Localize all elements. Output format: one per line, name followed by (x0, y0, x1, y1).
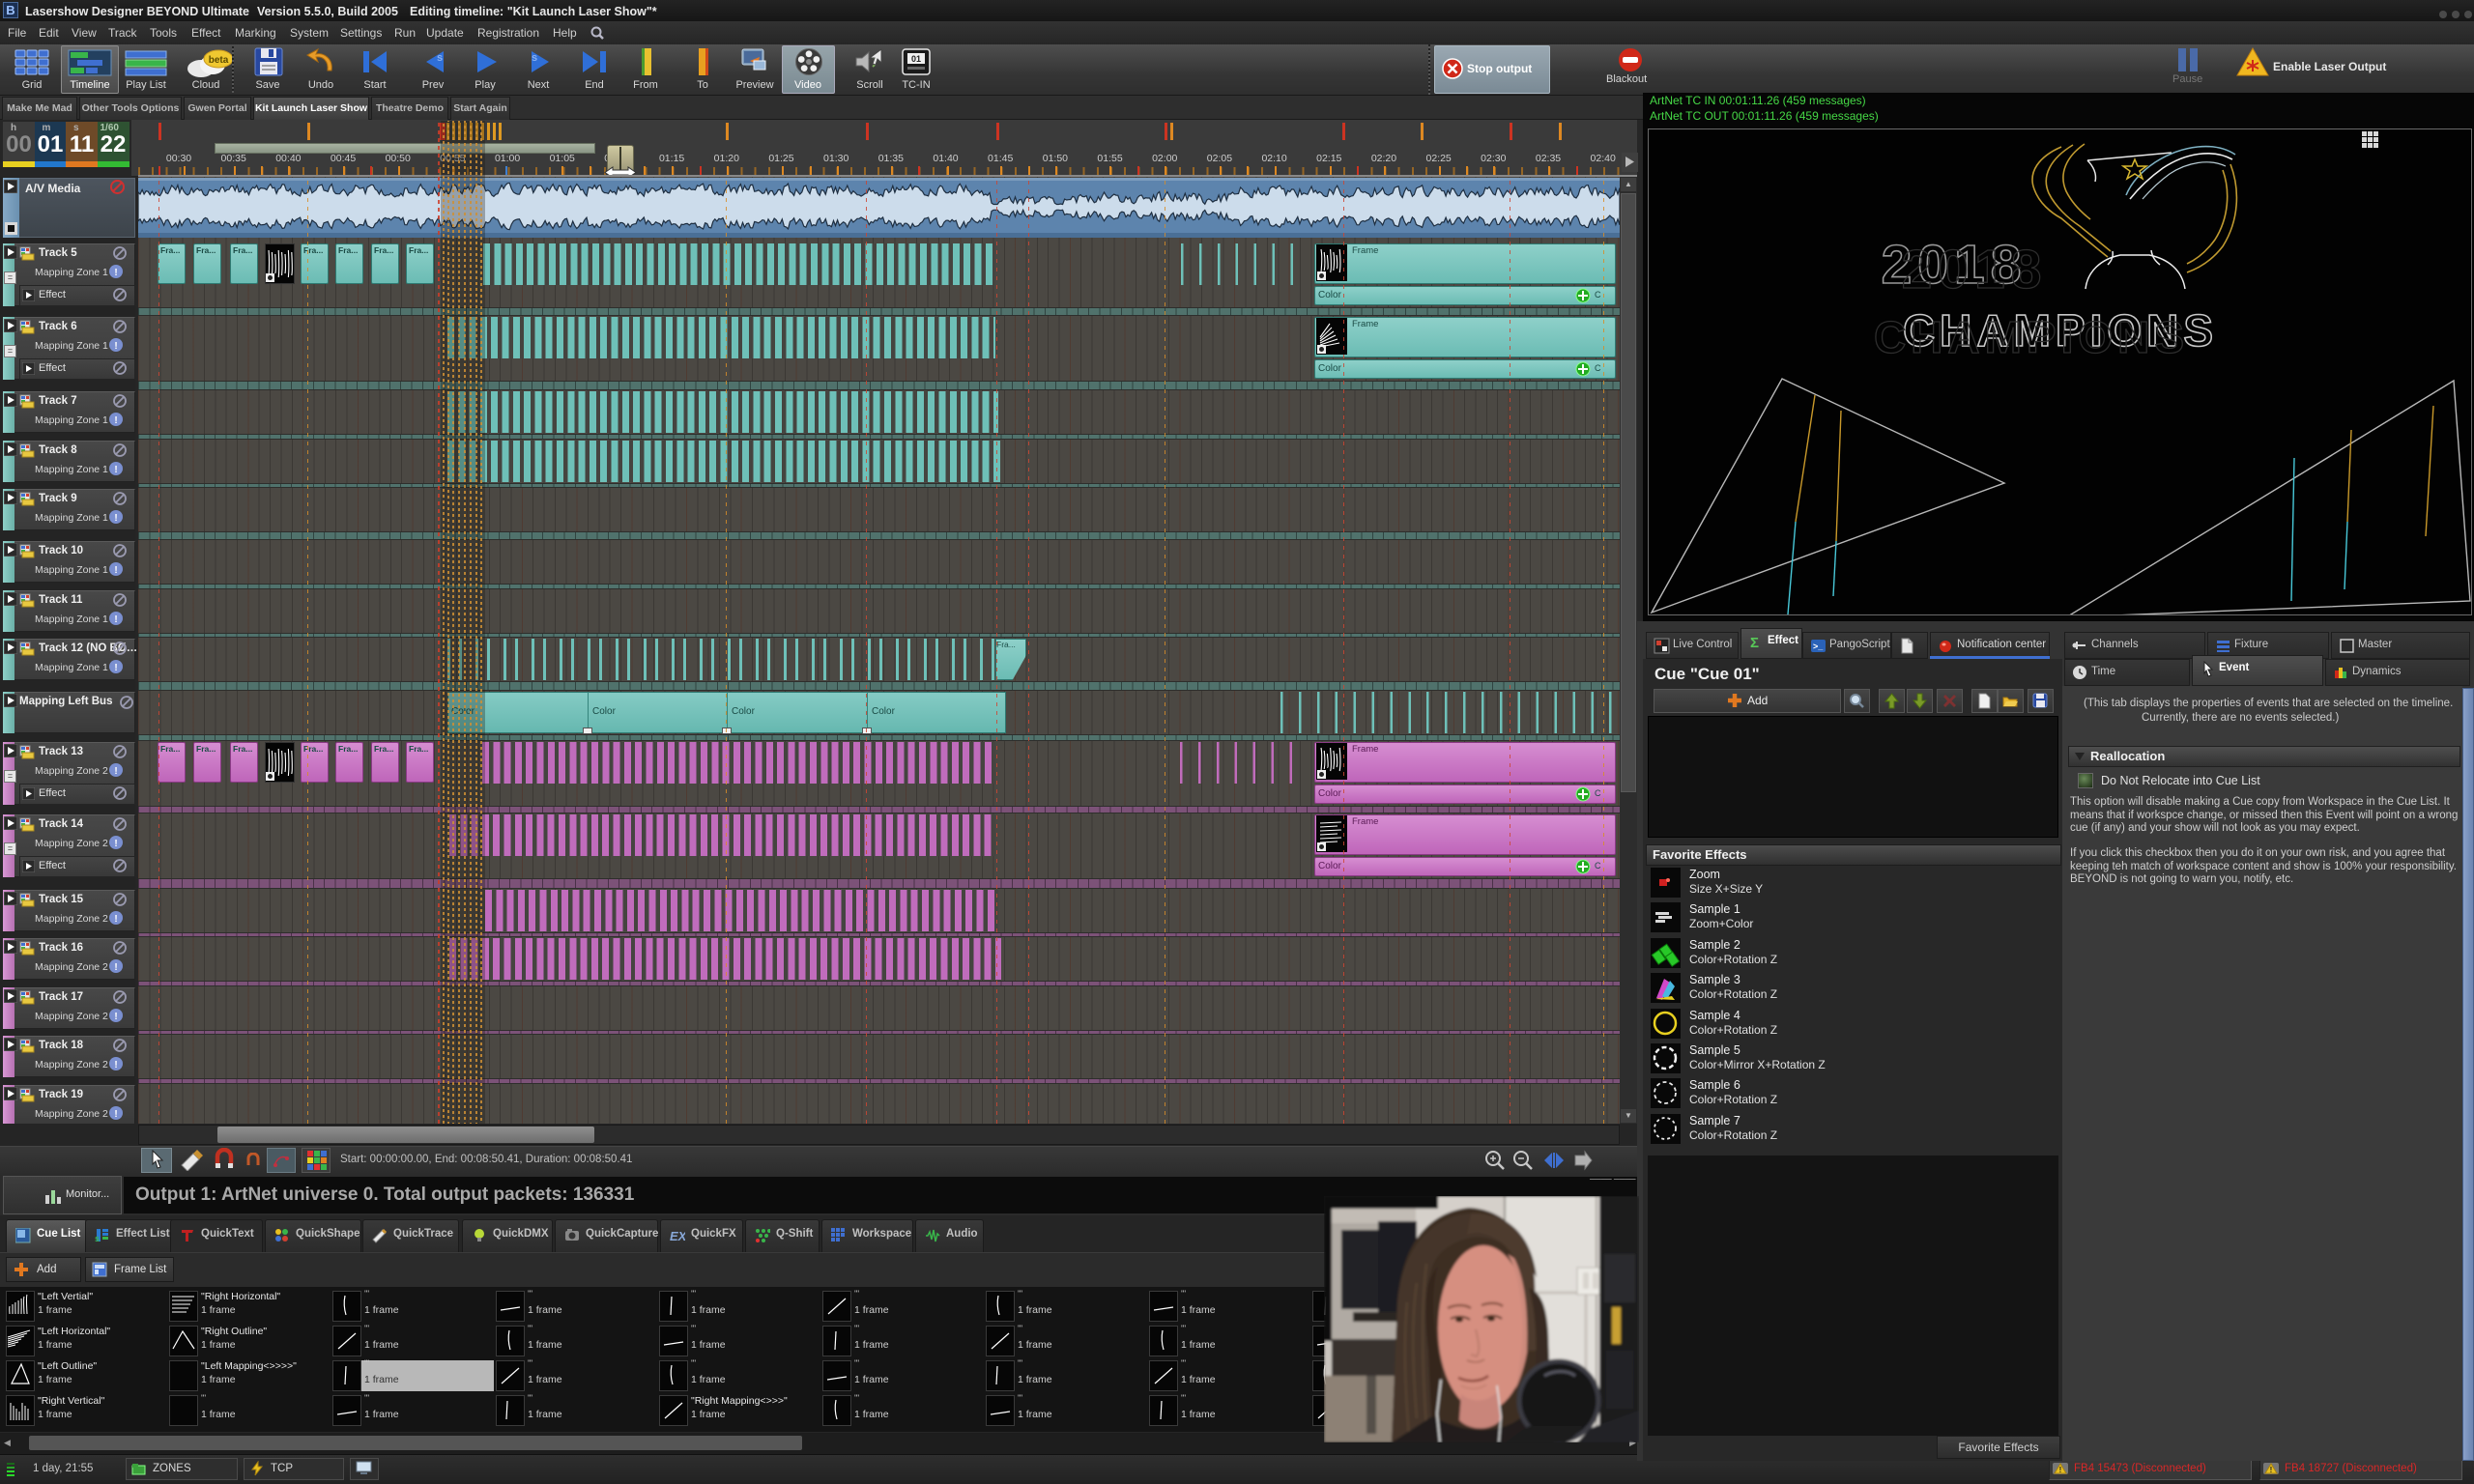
svg-text:01: 01 (911, 54, 921, 64)
svg-text:!: ! (114, 766, 117, 777)
svg-text:!: ! (2270, 1466, 2273, 1474)
svg-text:!: ! (114, 513, 117, 524)
svg-text:CHAMPIONS: CHAMPIONS (1874, 312, 2189, 362)
svg-text:!: ! (114, 268, 117, 278)
svg-text:!: ! (114, 415, 117, 426)
svg-text:!: ! (2059, 1466, 2062, 1474)
svg-text:s: s (95, 1234, 100, 1243)
svg-text:2018: 2018 (1902, 239, 2048, 300)
svg-text:!: ! (114, 1012, 117, 1022)
svg-text:!: ! (114, 1109, 117, 1120)
svg-text:!: ! (114, 1060, 117, 1070)
svg-text:!: ! (114, 663, 117, 673)
svg-text:!: ! (114, 465, 117, 475)
svg-text:!: ! (114, 565, 117, 576)
svg-text:s: s (437, 52, 443, 64)
svg-text:!: ! (114, 839, 117, 849)
svg-text:!: ! (114, 341, 117, 352)
svg-text:EX: EX (670, 1229, 685, 1243)
svg-text:!: ! (114, 914, 117, 925)
svg-text:beta: beta (209, 55, 229, 66)
svg-text:!: ! (114, 962, 117, 973)
svg-text:s: s (532, 52, 537, 64)
svg-text:>_: >_ (1813, 642, 1824, 651)
svg-text:!: ! (114, 614, 117, 625)
svg-text:Σ: Σ (1750, 635, 1759, 650)
